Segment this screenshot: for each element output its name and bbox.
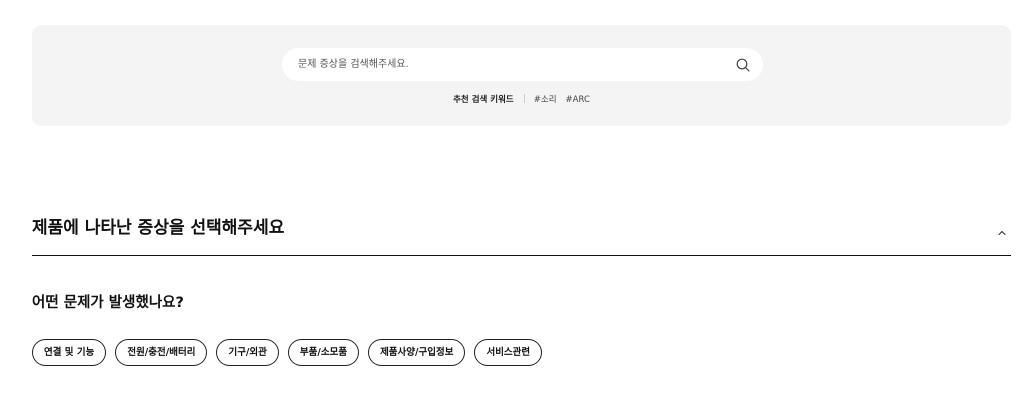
keyword-tag-sound[interactable]: #소리 (534, 95, 557, 105)
category-chip-list: 연결 및 기능 전원/충전/배터리 기구/외관 부품/소모품 제품사양/구입정보… (32, 339, 543, 366)
recommended-keywords-label: 추천 검색 키워드 (453, 95, 514, 105)
chip-parts-consumables[interactable]: 부품/소모품 (287, 339, 360, 366)
chip-device-exterior[interactable]: 기구/외관 (216, 339, 279, 366)
section-divider (32, 255, 1011, 256)
keyword-tag-arc[interactable]: #ARC (566, 95, 590, 105)
problem-question: 어떤 문제가 발생했나요? (32, 295, 184, 311)
chip-connection-function[interactable]: 연결 및 기능 (32, 339, 107, 366)
chevron-up-icon[interactable] (996, 227, 1008, 239)
search-input[interactable] (298, 48, 718, 81)
search-icon[interactable] (735, 57, 751, 73)
recommended-keywords: 추천 검색 키워드 #소리 #ARC (32, 94, 1011, 106)
keyword-divider (523, 94, 525, 103)
chip-service[interactable]: 서비스관련 (474, 339, 543, 366)
search-box (282, 48, 763, 81)
chip-specs-purchase-info[interactable]: 제품사양/구입정보 (368, 339, 466, 366)
search-panel: 추천 검색 키워드 #소리 #ARC (32, 25, 1011, 126)
chip-power-charging-battery[interactable]: 전원/충전/배터리 (115, 339, 208, 366)
section-title: 제품에 나타난 증상을 선택해주세요 (32, 218, 285, 238)
